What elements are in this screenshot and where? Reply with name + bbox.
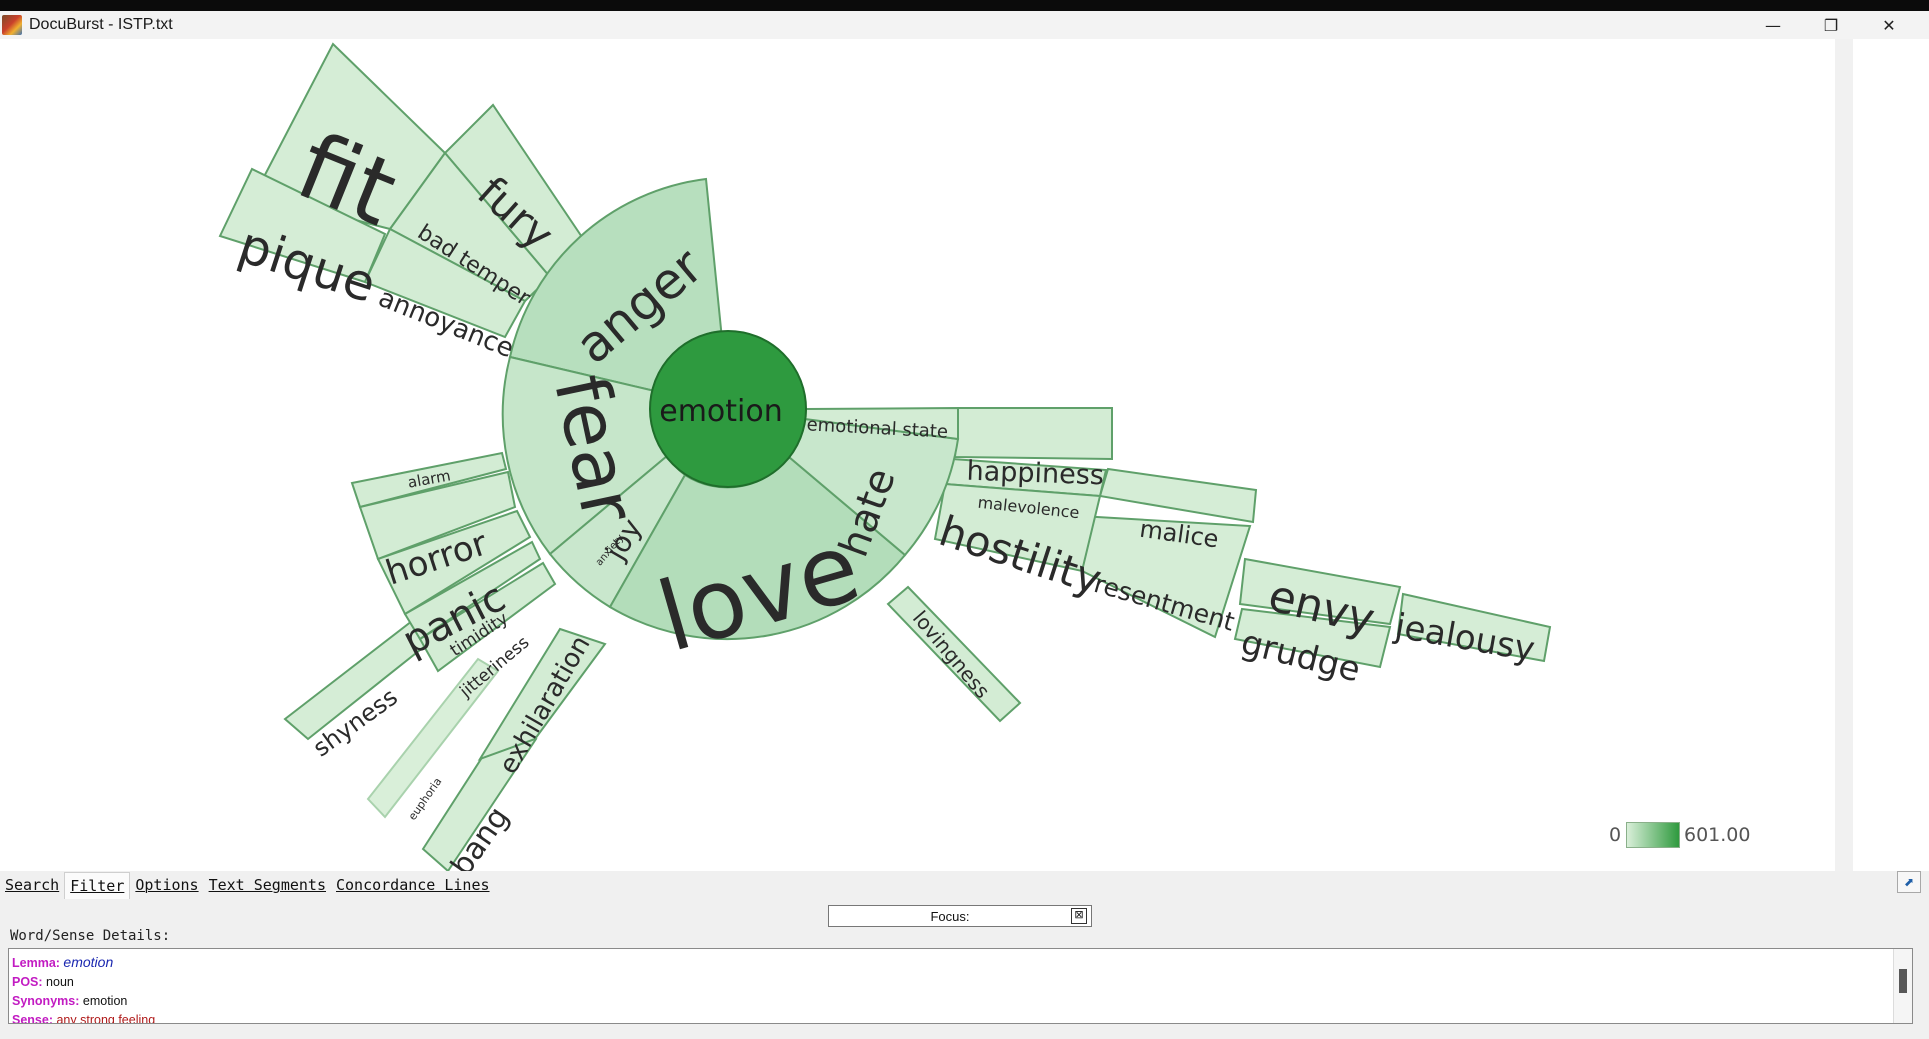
close-button[interactable]: ✕	[1860, 11, 1918, 39]
wedge-malice[interactable]	[1098, 467, 1258, 524]
wedge-happiness[interactable]	[953, 407, 1113, 461]
pos-value: noun	[46, 975, 74, 989]
window-title: DocuBurst - ISTP.txt	[29, 16, 173, 33]
legend-max-value: 601.00	[1684, 824, 1751, 846]
bottom-panel: Search Filter Options Text Segments Conc…	[0, 871, 1929, 1039]
label-emotion: emotion	[659, 394, 783, 429]
clear-focus-icon[interactable]: ⊠	[1071, 908, 1087, 924]
lemma-value: emotion	[63, 954, 114, 970]
tab-text-segments[interactable]: Text Segments	[204, 872, 331, 898]
detach-panel-button[interactable]: ⬈	[1897, 871, 1921, 893]
synonyms-row: Synonyms: emotion	[12, 992, 155, 1011]
pos-row: POS: noun	[12, 973, 155, 992]
minimize-button[interactable]: —	[1744, 11, 1802, 39]
tab-bar: Search Filter Options Text Segments Conc…	[0, 871, 495, 899]
legend-color-bar	[1626, 822, 1680, 848]
scrollbar-thumb[interactable]	[1899, 969, 1907, 993]
splitter-bar[interactable]	[1835, 39, 1853, 871]
sunburst-canvas[interactable]: emotion anger fear joy love hate emotion…	[0, 39, 1835, 883]
title-bar: DocuBurst - ISTP.txt — ❐ ✕	[0, 11, 1929, 39]
pos-key: POS:	[12, 975, 43, 989]
label-happiness: happiness	[966, 456, 1104, 492]
tab-options[interactable]: Options	[130, 872, 203, 898]
sense-row: Sense: any strong feeling	[12, 1011, 156, 1024]
details-scrollbar[interactable]	[1893, 949, 1912, 1023]
detach-icon: ⬈	[1903, 875, 1915, 889]
synonyms-key: Synonyms:	[12, 994, 80, 1008]
right-side-panel	[1853, 39, 1929, 871]
details-title: Word/Sense Details:	[10, 928, 171, 944]
legend-min-value: 0	[1609, 824, 1622, 846]
synonyms-value: emotion	[82, 994, 128, 1008]
sense-value: any strong feeling	[56, 1013, 156, 1024]
app-icon	[2, 15, 22, 35]
details-content: Lemma: emotion POS: noun Synonyms: emoti…	[12, 953, 156, 1024]
lemma-row: Lemma: emotion	[12, 953, 155, 973]
lemma-key: Lemma:	[12, 956, 60, 970]
sunburst-chart[interactable]: emotion anger fear joy love hate emotion…	[0, 39, 1835, 883]
details-pane[interactable]: Lemma: emotion POS: noun Synonyms: emoti…	[8, 948, 1913, 1024]
focus-field[interactable]: Focus: ⊠	[828, 905, 1092, 927]
restore-button[interactable]: ❐	[1802, 11, 1860, 39]
tab-filter[interactable]: Filter	[64, 871, 131, 899]
focus-label: Focus:	[930, 908, 970, 924]
label-lovingness: lovingness	[908, 606, 995, 703]
tab-concordance-lines[interactable]: Concordance Lines	[331, 872, 495, 898]
sense-key: Sense:	[12, 1013, 53, 1024]
screen-top-edge	[0, 0, 1929, 11]
tab-search[interactable]: Search	[0, 872, 64, 898]
